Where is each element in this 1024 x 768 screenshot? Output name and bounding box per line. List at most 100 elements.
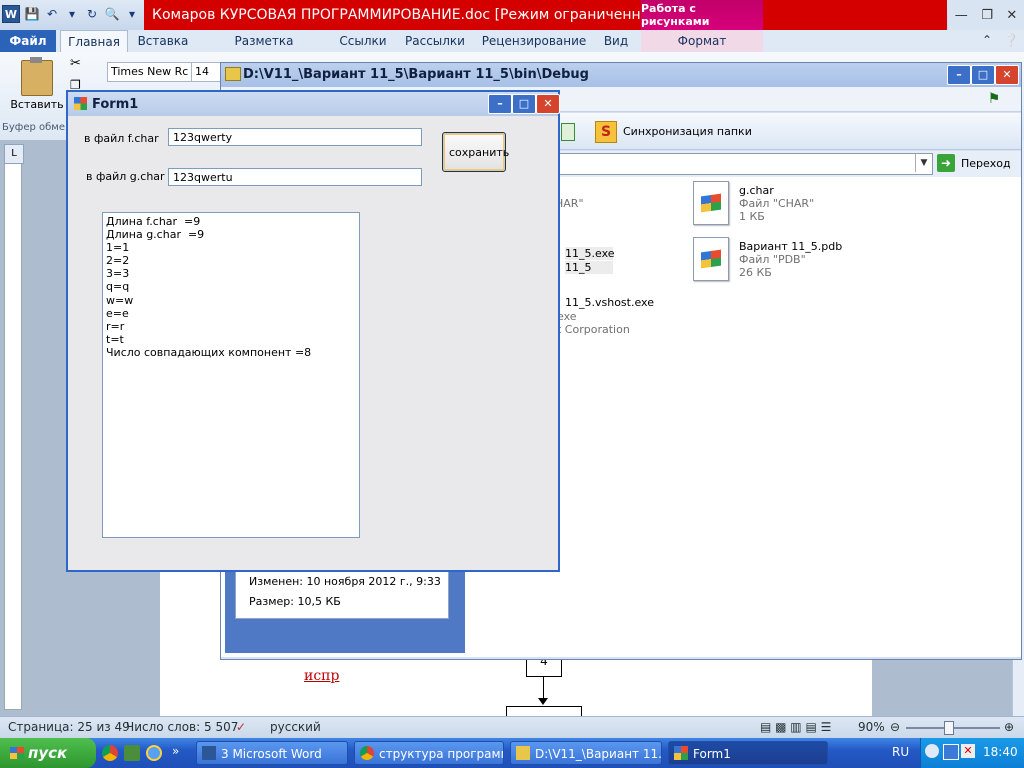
tab-view[interactable]: Вид <box>596 30 636 52</box>
save-icon[interactable]: 💾 <box>24 6 40 22</box>
word-window-title: Комаров КУРСОВАЯ ПРОГРАММИРОВАНИЕ.doc [Р… <box>144 0 648 30</box>
customize-toolbar-icon[interactable]: ▾ <box>124 6 140 22</box>
word-status-bar: Страница: 25 из 49 Число слов: 5 507 ✓ р… <box>0 716 1024 739</box>
chevron-down-icon[interactable]: ▾ <box>64 6 80 22</box>
details-size: Размер: 10,5 КБ <box>249 595 341 608</box>
file-size: 1 КБ <box>739 210 765 223</box>
show-desktop-icon[interactable] <box>124 745 140 761</box>
file-name[interactable]: g.char <box>739 184 774 197</box>
label-f-char: в файл f.char <box>84 132 159 145</box>
context-tab-picture-tools: Работа с рисунками <box>641 0 763 30</box>
internet-explorer-icon[interactable] <box>146 745 162 761</box>
tray-arrow-icon[interactable] <box>925 744 939 758</box>
status-page[interactable]: Страница: 25 из 49 <box>8 720 130 734</box>
zoom-in-icon[interactable]: ⊕ <box>1004 720 1014 734</box>
file-name[interactable]: Вариант 11_5.pdb <box>739 240 842 253</box>
sync-folder-icon[interactable]: S <box>595 121 617 143</box>
restore-icon[interactable]: ❐ <box>981 8 993 23</box>
tab-review[interactable]: Рецензирование <box>478 30 590 52</box>
help-icon[interactable]: ❔ <box>1004 33 1019 47</box>
windows-flag-icon <box>10 747 24 759</box>
form1-minimize-button[interactable]: – <box>488 94 512 114</box>
word-window-controls: — ❐ ✕ <box>948 0 1024 30</box>
paste-button[interactable]: Вставить <box>6 57 68 124</box>
zoom-level[interactable]: 90% <box>858 720 885 734</box>
word-icon[interactable]: W <box>2 5 20 23</box>
task-label: Form1 <box>693 747 731 761</box>
go-arrow-icon[interactable]: ➜ <box>937 154 955 172</box>
ribbon-help-controls: ⌃ ❔ <box>982 33 1019 47</box>
tab-home[interactable]: Главная <box>60 30 128 53</box>
views-icon[interactable] <box>561 123 575 141</box>
explorer-minimize-button[interactable]: – <box>947 65 971 85</box>
tab-insert[interactable]: Вставка <box>134 30 192 52</box>
form1-close-button[interactable]: ✕ <box>536 94 560 114</box>
ruler-tab-selector[interactable]: L <box>4 144 24 164</box>
form1-maximize-button[interactable]: □ <box>512 94 536 114</box>
view-buttons[interactable]: ▤ ▩ ▥ ▤ ☰ <box>760 720 831 734</box>
vertical-ruler <box>4 146 22 710</box>
chrome-icon <box>360 746 374 760</box>
address-field[interactable] <box>549 153 933 175</box>
file-company-vshost: t Corporation <box>557 323 630 336</box>
file-icon[interactable] <box>693 237 729 281</box>
task-word[interactable]: 3 Microsoft Word <box>196 741 348 765</box>
status-language[interactable]: русский <box>270 720 321 734</box>
tab-format[interactable]: Формат <box>641 30 763 52</box>
task-form1[interactable]: Form1 <box>668 741 828 765</box>
file-icon[interactable] <box>693 181 729 225</box>
tab-file[interactable]: Файл <box>0 30 56 52</box>
document-red-text: испр <box>304 668 340 684</box>
task-explorer[interactable]: D:\V11_\Вариант 11... <box>510 741 662 765</box>
system-tray: ✕ 18:40 <box>920 738 1024 768</box>
task-label: D:\V11_\Вариант 11... <box>535 747 662 761</box>
tab-mailings[interactable]: Рассылки <box>402 30 468 52</box>
flowchart-connector <box>543 676 544 700</box>
go-button[interactable]: Переход <box>961 157 1011 170</box>
minimize-ribbon-icon[interactable]: ⌃ <box>982 33 992 47</box>
input-language[interactable]: RU <box>892 745 909 759</box>
tab-references[interactable]: Ссылки <box>334 30 392 52</box>
file-sub-exe: 11_5 <box>565 261 613 274</box>
folder-icon <box>225 67 241 81</box>
save-button[interactable]: сохранить <box>442 132 509 172</box>
status-words[interactable]: Число слов: 5 507 <box>126 720 238 734</box>
sync-folder-button[interactable]: Синхронизация папки <box>623 125 752 138</box>
explorer-maximize-button[interactable]: □ <box>971 65 995 85</box>
clock[interactable]: 18:40 <box>983 745 1018 759</box>
close-icon[interactable]: ✕ <box>1006 8 1017 23</box>
windows-flag-icon: ⚑ <box>987 91 1001 107</box>
network-icon[interactable] <box>943 744 959 760</box>
input-f-char[interactable]: 123qwerty <box>168 128 422 146</box>
tab-page-layout[interactable]: Разметка страницы <box>204 30 324 70</box>
explorer-close-button[interactable]: ✕ <box>995 65 1019 85</box>
form1-title: Form1 <box>92 97 139 112</box>
output-memo[interactable]: Длина f.char =9 Длина g.char =9 1=1 2=2 … <box>102 212 360 538</box>
app-icon <box>674 746 688 760</box>
taskbar: пуск » 3 Microsoft Word структура програ… <box>0 738 1024 768</box>
clipboard-group-label: Буфер обме <box>2 122 65 133</box>
file-name-exe[interactable]: 11_5.exe <box>565 247 615 260</box>
chrome-icon[interactable] <box>102 745 118 761</box>
print-preview-icon[interactable]: 🔍 <box>104 6 120 22</box>
zoom-out-icon[interactable]: ⊖ <box>890 720 900 734</box>
zoom-slider-thumb[interactable] <box>944 721 954 735</box>
folder-icon <box>516 746 530 760</box>
input-g-char[interactable]: 123qwertu <box>168 168 422 186</box>
task-chrome[interactable]: структура программ... <box>354 741 504 765</box>
security-icon[interactable]: ✕ <box>961 744 975 758</box>
minimize-icon[interactable]: — <box>955 8 968 23</box>
undo-icon[interactable]: ↶ <box>44 6 60 22</box>
ribbon-tabs: Файл Главная Вставка Разметка страницы С… <box>0 30 1024 70</box>
redo-icon[interactable]: ↻ <box>84 6 100 22</box>
font-name-select[interactable]: Times New Rc <box>107 62 194 82</box>
spellcheck-icon[interactable]: ✓ <box>236 720 246 734</box>
windows-flag-icon <box>701 193 721 213</box>
paste-label: Вставить <box>10 98 64 111</box>
chevron-down-icon[interactable]: ▼ <box>915 154 932 172</box>
start-button[interactable]: пуск <box>0 738 96 768</box>
file-name-vshost[interactable]: 11_5.vshost.exe <box>565 296 654 309</box>
quick-launch-more-icon[interactable]: » <box>172 744 179 758</box>
start-label: пуск <box>28 744 68 762</box>
cut-icon[interactable]: ✂ <box>70 56 81 71</box>
